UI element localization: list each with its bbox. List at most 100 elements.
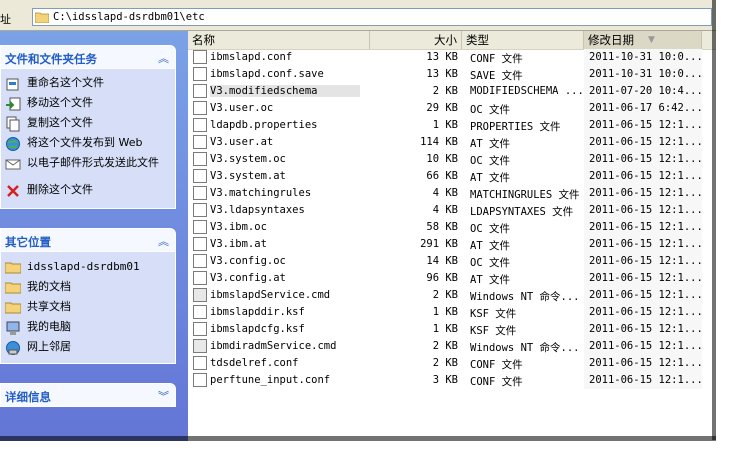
- file-name: V3.user.oc: [210, 102, 274, 114]
- file-row[interactable]: ibmslapdService.cmd 2 KB Windows NT 命令... 2…: [188, 287, 716, 304]
- place-label: 我的电脑: [27, 320, 71, 333]
- folder-icon: [4, 300, 22, 316]
- file-type: AT 文件: [470, 240, 510, 252]
- file-date: 2011-06-15 12:1...: [589, 119, 701, 131]
- copy-icon: [5, 116, 21, 132]
- page-margin: [716, 0, 748, 467]
- file-icon: [193, 356, 207, 370]
- task-delete[interactable]: 删除这个文件: [5, 183, 167, 199]
- file-size: 2 KB: [432, 357, 458, 369]
- place-label: idsslapd-dsrdbm01: [27, 260, 140, 273]
- file-row[interactable]: perftune_input.conf 3 KB CONF 文件 2011-06-15…: [188, 372, 716, 389]
- task-pane: 文件和文件夹任务 ︽ 重命名这个文件 移动这个文件 复制这个文件 将这个文件发布…: [0, 31, 188, 441]
- column-type[interactable]: 类型: [462, 31, 584, 49]
- file-size: 291 KB: [420, 238, 458, 250]
- file-name: V3.config.oc: [210, 255, 286, 267]
- task-label: 复制这个文件: [27, 116, 93, 129]
- rename-icon: [5, 76, 21, 92]
- place-shared-documents[interactable]: 共享文档: [4, 300, 167, 316]
- details-header[interactable]: 详细信息 ︾: [0, 383, 176, 407]
- file-row[interactable]: tdsdelref.conf 2 KB CONF 文件 2011-06-15 12:1…: [188, 355, 716, 372]
- other-places-title: 其它位置: [5, 235, 51, 249]
- file-type: CONF 文件: [470, 53, 523, 65]
- task-move[interactable]: 移动这个文件: [5, 96, 167, 112]
- task-copy[interactable]: 复制这个文件: [5, 116, 167, 132]
- task-rename[interactable]: 重命名这个文件: [5, 76, 167, 92]
- file-date: 2011-06-15 12:1...: [589, 221, 701, 233]
- address-input[interactable]: C:\idsslapd-dsrdbm01\etc: [32, 8, 712, 26]
- file-row[interactable]: ibmslapd.conf.save 13 KB SAVE 文件 2011-10-31…: [188, 66, 716, 83]
- task-publish-web[interactable]: 将这个文件发布到 Web: [5, 136, 167, 152]
- file-date: 2011-06-15 12:1...: [589, 170, 701, 182]
- collapse-chevron-icon[interactable]: ︽: [158, 233, 169, 249]
- folder-icon: [4, 260, 22, 276]
- file-date: 2011-06-15 12:1...: [589, 289, 701, 301]
- collapse-chevron-icon[interactable]: ︽: [158, 50, 169, 66]
- place-my-computer[interactable]: 我的电脑: [5, 320, 167, 336]
- file-date: 2011-06-15 12:1...: [589, 340, 701, 352]
- file-name: ibmslapdcfg.ksf: [210, 323, 305, 335]
- file-name: V3.modifiedschema: [210, 85, 360, 97]
- file-icon: [193, 84, 207, 98]
- column-header-row: 名称 大小 类型 修改日期 ▼: [188, 31, 716, 50]
- file-row[interactable]: V3.system.at 66 KB AT 文件 2011-06-15 12:1...: [188, 168, 716, 185]
- place-idsslapd[interactable]: idsslapd-dsrdbm01: [4, 260, 167, 276]
- file-row[interactable]: V3.config.at 96 KB AT 文件 2011-06-15 12:1...: [188, 270, 716, 287]
- file-name: V3.ibm.at: [210, 238, 267, 250]
- column-name[interactable]: 名称: [188, 31, 370, 49]
- file-date: 2011-06-15 12:1...: [589, 204, 701, 216]
- file-row[interactable]: ibmslapddir.ksf 1 KB KSF 文件 2011-06-15 12:1…: [188, 304, 716, 321]
- file-size: 66 KB: [426, 170, 458, 182]
- place-label: 网上邻居: [27, 340, 71, 353]
- web-publish-icon: [5, 136, 21, 152]
- file-row[interactable]: ibmslapd.conf 13 KB CONF 文件 2011-10-31 10:0…: [188, 49, 716, 66]
- file-type: LDAPSYNTAXES 文件: [470, 206, 574, 218]
- file-row[interactable]: V3.config.oc 14 KB OC 文件 2011-06-15 12:1...: [188, 253, 716, 270]
- address-label: 址: [0, 13, 11, 26]
- file-row[interactable]: V3.system.oc 10 KB OC 文件 2011-06-15 12:1...: [188, 151, 716, 168]
- task-email[interactable]: 以电子邮件形式发送此文件: [5, 156, 167, 172]
- file-row[interactable]: ldapdb.properties 1 KB PROPERTIES 文件 2011-0…: [188, 117, 716, 134]
- file-list: 名称 大小 类型 修改日期 ▼ ibmslapd.conf 13 KB CONF 文…: [188, 31, 716, 441]
- expand-chevron-icon[interactable]: ︾: [158, 388, 169, 404]
- details-title: 详细信息: [5, 390, 51, 404]
- file-date: 2011-06-15 12:1...: [589, 187, 701, 199]
- file-row[interactable]: V3.modifiedschema 2 KB MODIFIEDSCHEMA ... 2…: [188, 83, 716, 100]
- file-name: V3.system.at: [210, 170, 286, 182]
- file-name: ibmslapd.conf: [210, 51, 293, 63]
- file-row[interactable]: V3.ibm.at 291 KB AT 文件 2011-06-15 12:1...: [188, 236, 716, 253]
- file-row[interactable]: V3.ldapsyntaxes 4 KB LDAPSYNTAXES 文件 2011-0…: [188, 202, 716, 219]
- file-icon: [193, 373, 207, 387]
- file-icon: [193, 220, 207, 234]
- file-row[interactable]: V3.user.oc 29 KB OC 文件 2011-06-17 6:42...: [188, 100, 716, 117]
- file-size: 1 KB: [432, 119, 458, 131]
- task-label: 以电子邮件形式发送此文件: [27, 156, 159, 169]
- other-places-header[interactable]: 其它位置 ︽: [0, 228, 176, 252]
- sort-down-icon: ▼: [648, 35, 655, 45]
- file-date: 2011-06-17 6:42...: [589, 102, 701, 114]
- file-size: 1 KB: [432, 306, 458, 318]
- file-name: V3.system.oc: [210, 153, 286, 165]
- file-name: ibmslapdService.cmd: [210, 289, 331, 301]
- folder-icon: [34, 11, 50, 26]
- file-name: V3.matchingrules: [210, 187, 312, 199]
- file-name: V3.config.at: [210, 272, 286, 284]
- file-row[interactable]: ibmslapdcfg.ksf 1 KB KSF 文件 2011-06-15 12:1…: [188, 321, 716, 338]
- file-row[interactable]: ibmdiradmService.cmd 2 KB Windows NT 命令...…: [188, 338, 716, 355]
- file-row[interactable]: V3.user.at 114 KB AT 文件 2011-06-15 12:1...: [188, 134, 716, 151]
- place-network[interactable]: 网上邻居: [5, 340, 167, 356]
- column-modified[interactable]: 修改日期 ▼: [584, 31, 702, 49]
- file-icon: [193, 322, 207, 336]
- task-label: 删除这个文件: [27, 183, 93, 196]
- file-row[interactable]: V3.matchingrules 4 KB MATCHINGRULES 文件 2011…: [188, 185, 716, 202]
- file-tasks-header[interactable]: 文件和文件夹任务 ︽: [0, 45, 176, 69]
- file-row[interactable]: V3.ibm.oc 58 KB OC 文件 2011-06-15 12:1...: [188, 219, 716, 236]
- column-size[interactable]: 大小: [370, 31, 462, 49]
- file-name: ibmdiradmService.cmd: [210, 340, 337, 352]
- file-icon: [193, 254, 207, 268]
- file-icon: [193, 186, 207, 200]
- network-icon: [5, 340, 21, 356]
- place-my-documents[interactable]: 我的文档: [4, 280, 167, 296]
- file-name: ibmslapd.conf.save: [210, 68, 324, 80]
- file-type: OC 文件: [470, 104, 510, 116]
